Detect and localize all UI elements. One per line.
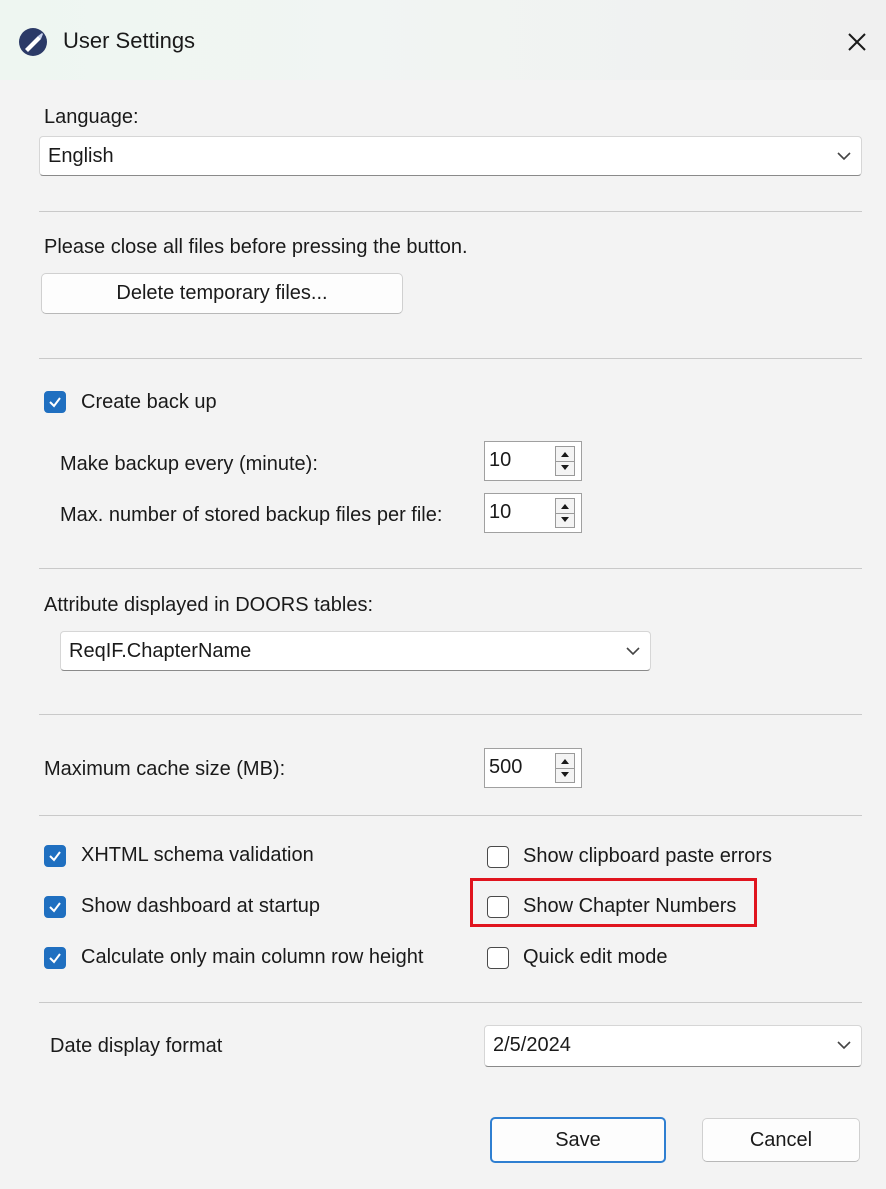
xhtml-validation-label: XHTML schema validation bbox=[81, 844, 314, 866]
spinner-arrows-icon[interactable] bbox=[555, 753, 575, 783]
delete-temporary-files-button[interactable]: Delete temporary files... bbox=[41, 273, 403, 314]
quick-edit-checkbox[interactable] bbox=[487, 947, 509, 969]
title-bar: User Settings bbox=[0, 0, 886, 80]
date-format-label: Date display format bbox=[50, 1035, 223, 1057]
language-select[interactable]: English bbox=[39, 136, 862, 176]
date-format-value: 2/5/2024 bbox=[493, 1034, 571, 1056]
max-backup-files-label: Max. number of stored backup files per f… bbox=[60, 504, 443, 526]
cache-size-spinner[interactable]: 500 bbox=[484, 748, 582, 788]
dashboard-startup-checkbox[interactable] bbox=[44, 896, 66, 918]
dashboard-startup-label: Show dashboard at startup bbox=[81, 895, 321, 917]
separator bbox=[39, 714, 862, 715]
main-column-height-checkbox[interactable] bbox=[44, 947, 66, 969]
backup-interval-value: 10 bbox=[489, 449, 512, 471]
separator bbox=[39, 815, 862, 816]
backup-interval-spinner[interactable]: 10 bbox=[484, 441, 582, 481]
quick-edit-label: Quick edit mode bbox=[523, 946, 668, 968]
clipboard-errors-checkbox[interactable] bbox=[487, 846, 509, 868]
user-settings-dialog: User Settings Language: English Please c… bbox=[0, 0, 886, 1189]
separator bbox=[39, 358, 862, 359]
cache-size-value: 500 bbox=[489, 756, 523, 778]
highlight-box bbox=[470, 878, 757, 927]
language-label: Language: bbox=[44, 106, 139, 128]
checkmark-icon bbox=[49, 953, 61, 964]
window-title: User Settings bbox=[63, 28, 196, 53]
cache-size-label: Maximum cache size (MB): bbox=[44, 758, 286, 780]
separator bbox=[39, 568, 862, 569]
chevron-down-icon bbox=[837, 1041, 851, 1050]
clipboard-errors-label: Show clipboard paste errors bbox=[523, 845, 773, 867]
create-backup-checkbox[interactable] bbox=[44, 391, 66, 413]
language-value: English bbox=[48, 145, 114, 167]
close-files-note: Please close all files before pressing t… bbox=[44, 236, 468, 258]
checkmark-icon bbox=[49, 902, 61, 913]
chevron-down-icon bbox=[626, 647, 640, 656]
close-icon[interactable] bbox=[835, 20, 879, 64]
date-format-select[interactable]: 2/5/2024 bbox=[484, 1025, 862, 1067]
doors-attribute-select[interactable]: ReqIF.ChapterName bbox=[60, 631, 651, 671]
max-backup-files-spinner[interactable]: 10 bbox=[484, 493, 582, 533]
cancel-button[interactable]: Cancel bbox=[702, 1118, 860, 1162]
checkmark-icon bbox=[49, 397, 61, 408]
separator bbox=[39, 1002, 862, 1003]
create-backup-label: Create back up bbox=[81, 391, 217, 413]
spinner-arrows-icon[interactable] bbox=[555, 446, 575, 476]
xhtml-validation-checkbox[interactable] bbox=[44, 845, 66, 867]
doors-attribute-value: ReqIF.ChapterName bbox=[69, 640, 252, 662]
checkmark-icon bbox=[49, 851, 61, 862]
main-column-height-label: Calculate only main column row height bbox=[81, 946, 424, 968]
app-logo-icon bbox=[19, 28, 47, 56]
chevron-down-icon bbox=[837, 152, 851, 161]
spinner-arrows-icon[interactable] bbox=[555, 498, 575, 528]
doors-attribute-label: Attribute displayed in DOORS tables: bbox=[44, 594, 374, 616]
save-button[interactable]: Save bbox=[490, 1117, 666, 1163]
separator bbox=[39, 211, 862, 212]
backup-interval-label: Make backup every (minute): bbox=[60, 453, 318, 475]
max-backup-files-value: 10 bbox=[489, 501, 512, 523]
